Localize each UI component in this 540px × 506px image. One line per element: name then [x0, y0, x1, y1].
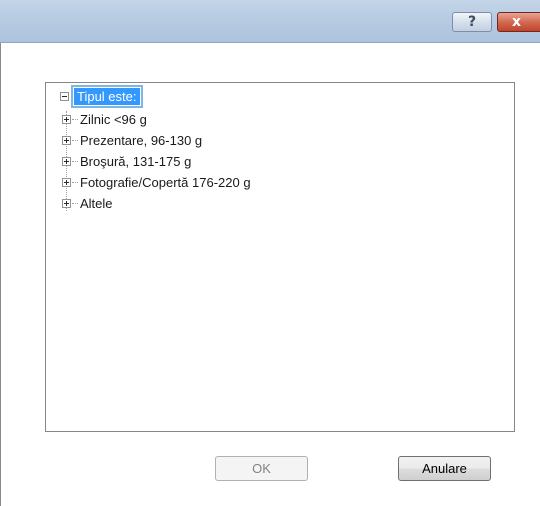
tree-node-root-label: Tipul este: — [71, 84, 143, 108]
expand-icon[interactable] — [62, 114, 71, 124]
tree-node-label: Zilnic <96 g — [80, 111, 147, 127]
expand-icon[interactable] — [62, 156, 71, 166]
close-icon: x — [512, 14, 522, 30]
cancel-button[interactable]: Anulare — [398, 456, 491, 481]
expand-icon[interactable] — [62, 198, 71, 208]
help-button[interactable]: ? — [452, 12, 492, 32]
tree-node-root[interactable]: Tipul este: — [60, 84, 143, 108]
tree-node-label: Fotografie/Copertă 176-220 g — [80, 174, 251, 190]
cancel-button-label: Anulare — [422, 461, 467, 476]
collapse-icon[interactable] — [60, 91, 69, 101]
ok-button-label: OK — [252, 461, 271, 476]
tree-node-label: Broşură, 131-175 g — [80, 153, 192, 169]
tree-node-child[interactable]: Altele — [62, 193, 113, 213]
close-button[interactable]: x — [497, 12, 540, 32]
expand-icon[interactable] — [62, 177, 71, 187]
tree-node-label: Prezentare, 96-130 g — [80, 132, 203, 148]
tree-node-child[interactable]: Broşură, 131-175 g — [62, 151, 191, 171]
title-bar: ? x — [0, 0, 540, 43]
tree-node-child[interactable]: Fotografie/Copertă 176-220 g — [62, 172, 251, 192]
tree-node-child[interactable]: Prezentare, 96-130 g — [62, 130, 202, 150]
help-icon: ? — [467, 14, 477, 30]
tree-node-label: Altele — [80, 195, 113, 211]
tree-node-child[interactable]: Zilnic <96 g — [62, 109, 147, 129]
ok-button[interactable]: OK — [215, 456, 308, 481]
expand-icon[interactable] — [62, 135, 71, 145]
